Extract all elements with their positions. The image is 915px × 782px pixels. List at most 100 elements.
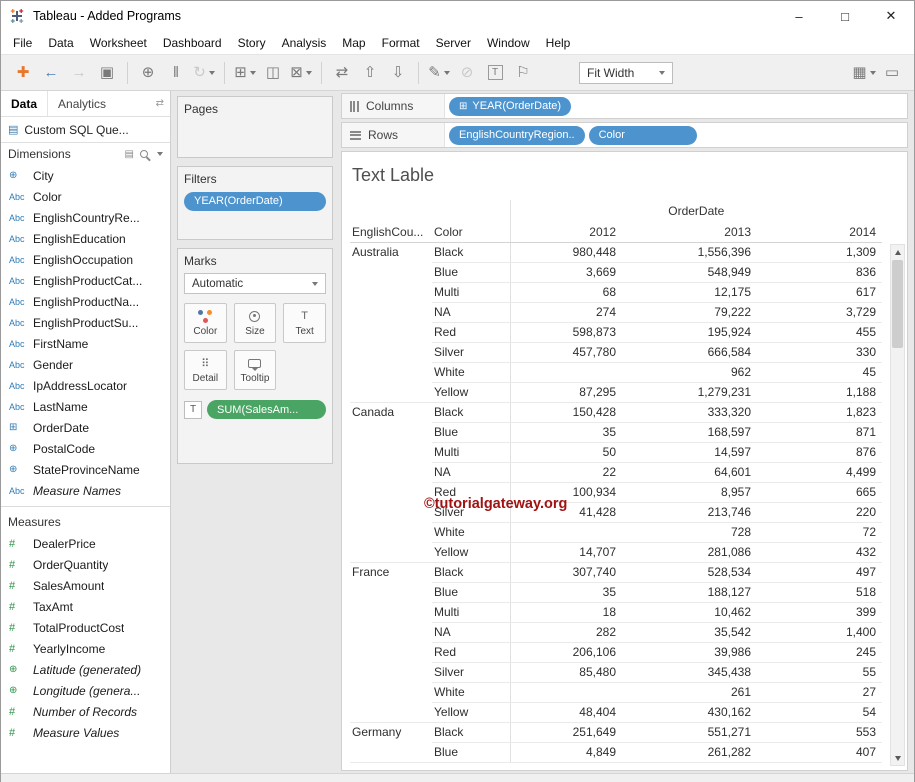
scrollbar-thumb[interactable] bbox=[892, 260, 903, 348]
close-button[interactable]: ✕ bbox=[868, 1, 914, 31]
highlight-icon[interactable]: ✎ bbox=[426, 60, 452, 86]
run-updates-icon[interactable]: ↻ bbox=[191, 60, 217, 86]
undo-icon[interactable]: ← bbox=[38, 60, 64, 86]
value-cell[interactable]: 85,480 bbox=[510, 662, 622, 682]
new-worksheet-icon[interactable]: ⊞ bbox=[232, 60, 258, 86]
value-cell[interactable]: 548,949 bbox=[622, 262, 757, 282]
dimension-field-lastname[interactable]: AbcLastName bbox=[1, 396, 170, 417]
value-cell[interactable]: 39,986 bbox=[622, 642, 757, 662]
color-cell[interactable]: Multi bbox=[432, 602, 510, 622]
pill-englishcountryregion[interactable]: EnglishCountryRegion.. bbox=[449, 126, 585, 145]
color-cell[interactable]: White bbox=[432, 682, 510, 702]
value-cell[interactable]: 251,649 bbox=[510, 722, 622, 742]
color-cell[interactable]: NA bbox=[432, 302, 510, 322]
color-cell[interactable]: Yellow bbox=[432, 382, 510, 402]
value-cell[interactable]: 213,746 bbox=[622, 502, 757, 522]
color-cell[interactable]: Blue bbox=[432, 742, 510, 762]
tab-data[interactable]: Data bbox=[1, 91, 47, 116]
value-cell[interactable]: 22 bbox=[510, 462, 622, 482]
value-cell[interactable]: 399 bbox=[757, 602, 882, 622]
color-cell[interactable]: White bbox=[432, 522, 510, 542]
show-mark-labels-icon[interactable]: T bbox=[482, 60, 508, 86]
value-cell[interactable]: 553 bbox=[757, 722, 882, 742]
scroll-up-button[interactable] bbox=[891, 245, 904, 259]
value-cell[interactable]: 551,271 bbox=[622, 722, 757, 742]
value-cell[interactable]: 281,086 bbox=[622, 542, 757, 562]
dimension-field-ipaddresslocator[interactable]: AbcIpAddressLocator bbox=[1, 375, 170, 396]
dimension-field-englisheducation[interactable]: AbcEnglishEducation bbox=[1, 228, 170, 249]
show-cells-icon[interactable]: ▦ bbox=[851, 60, 877, 86]
value-cell[interactable]: 261,282 bbox=[622, 742, 757, 762]
pages-card[interactable]: Pages bbox=[177, 96, 333, 158]
value-cell[interactable]: 333,320 bbox=[622, 402, 757, 422]
dimension-field-color[interactable]: AbcColor bbox=[1, 186, 170, 207]
columns-shelf[interactable]: Columns ⊞YEAR(OrderDate) bbox=[341, 93, 908, 119]
menu-item-dashboard[interactable]: Dashboard bbox=[155, 33, 230, 53]
measure-field-number-of-records[interactable]: #Number of Records bbox=[1, 701, 170, 722]
value-cell[interactable]: 150,428 bbox=[510, 402, 622, 422]
marks-button-color[interactable]: Color bbox=[184, 303, 227, 343]
fit-width-dropdown[interactable]: Fit Width bbox=[579, 62, 673, 84]
value-cell[interactable]: 14,707 bbox=[510, 542, 622, 562]
swap-axes-icon[interactable]: ⇄ bbox=[329, 60, 355, 86]
datasource-item[interactable]: ▤ Custom SQL Que... bbox=[1, 117, 170, 143]
color-cell[interactable]: Multi bbox=[432, 442, 510, 462]
value-cell[interactable]: 3,669 bbox=[510, 262, 622, 282]
pill-color[interactable]: Color bbox=[589, 126, 697, 145]
measure-field-orderquantity[interactable]: #OrderQuantity bbox=[1, 554, 170, 575]
value-cell[interactable]: 48,404 bbox=[510, 702, 622, 722]
color-cell[interactable]: Silver bbox=[432, 662, 510, 682]
measure-field-longitude-genera[interactable]: ⊕Longitude (genera... bbox=[1, 680, 170, 701]
color-cell[interactable]: Red bbox=[432, 642, 510, 662]
value-cell[interactable]: 518 bbox=[757, 582, 882, 602]
pill-sum-salesam[interactable]: SUM(SalesAm... bbox=[207, 400, 326, 419]
menu-item-window[interactable]: Window bbox=[479, 33, 538, 53]
minimize-button[interactable]: – bbox=[776, 1, 822, 31]
color-cell[interactable]: Black bbox=[432, 562, 510, 582]
value-cell[interactable]: 79,222 bbox=[622, 302, 757, 322]
vertical-scrollbar[interactable] bbox=[890, 244, 905, 766]
color-cell[interactable]: NA bbox=[432, 622, 510, 642]
value-cell[interactable]: 4,499 bbox=[757, 462, 882, 482]
value-cell[interactable]: 35 bbox=[510, 582, 622, 602]
color-cell[interactable]: Yellow bbox=[432, 542, 510, 562]
measure-field-totalproductcost[interactable]: #TotalProductCost bbox=[1, 617, 170, 638]
country-cell[interactable]: Australia bbox=[350, 242, 432, 402]
color-cell[interactable]: Red bbox=[432, 322, 510, 342]
value-cell[interactable]: 876 bbox=[757, 442, 882, 462]
value-cell[interactable]: 430,162 bbox=[622, 702, 757, 722]
dimension-field-postalcode[interactable]: ⊕PostalCode bbox=[1, 438, 170, 459]
marks-button-tooltip[interactable]: Tooltip bbox=[234, 350, 277, 390]
pill-year-orderdate[interactable]: YEAR(OrderDate) bbox=[184, 192, 326, 211]
value-cell[interactable]: 457,780 bbox=[510, 342, 622, 362]
value-cell[interactable]: 50 bbox=[510, 442, 622, 462]
value-cell[interactable] bbox=[510, 522, 622, 542]
value-cell[interactable]: 1,309 bbox=[757, 242, 882, 262]
value-cell[interactable]: 407 bbox=[757, 742, 882, 762]
measure-field-salesamount[interactable]: #SalesAmount bbox=[1, 575, 170, 596]
country-cell[interactable]: Germany bbox=[350, 722, 432, 762]
dimension-field-measure-names[interactable]: AbcMeasure Names bbox=[1, 480, 170, 501]
tab-analytics[interactable]: Analytics bbox=[47, 91, 116, 116]
value-cell[interactable]: 307,740 bbox=[510, 562, 622, 582]
pause-updates-icon[interactable]: ‖ bbox=[163, 60, 189, 86]
value-cell[interactable]: 432 bbox=[757, 542, 882, 562]
marks-card[interactable]: Marks Automatic ColorSizeTText⠿DetailToo… bbox=[177, 248, 333, 464]
new-datasource-icon[interactable]: ⊕ bbox=[135, 60, 161, 86]
dimension-field-orderdate[interactable]: ⊞OrderDate bbox=[1, 417, 170, 438]
color-cell[interactable]: NA bbox=[432, 462, 510, 482]
dimension-field-gender[interactable]: AbcGender bbox=[1, 354, 170, 375]
maximize-button[interactable]: □ bbox=[822, 1, 868, 31]
filters-card[interactable]: Filters YEAR(OrderDate) bbox=[177, 166, 333, 240]
color-cell[interactable]: Blue bbox=[432, 262, 510, 282]
value-cell[interactable]: 665 bbox=[757, 482, 882, 502]
value-cell[interactable]: 8,957 bbox=[622, 482, 757, 502]
fix-axes-icon[interactable]: ⚐ bbox=[510, 60, 536, 86]
value-cell[interactable]: 55 bbox=[757, 662, 882, 682]
value-cell[interactable]: 1,188 bbox=[757, 382, 882, 402]
value-cell[interactable]: 728 bbox=[622, 522, 757, 542]
menu-item-worksheet[interactable]: Worksheet bbox=[82, 33, 155, 53]
value-cell[interactable]: 617 bbox=[757, 282, 882, 302]
value-cell[interactable]: 35,542 bbox=[622, 622, 757, 642]
dimension-field-englishproductna[interactable]: AbcEnglishProductNa... bbox=[1, 291, 170, 312]
